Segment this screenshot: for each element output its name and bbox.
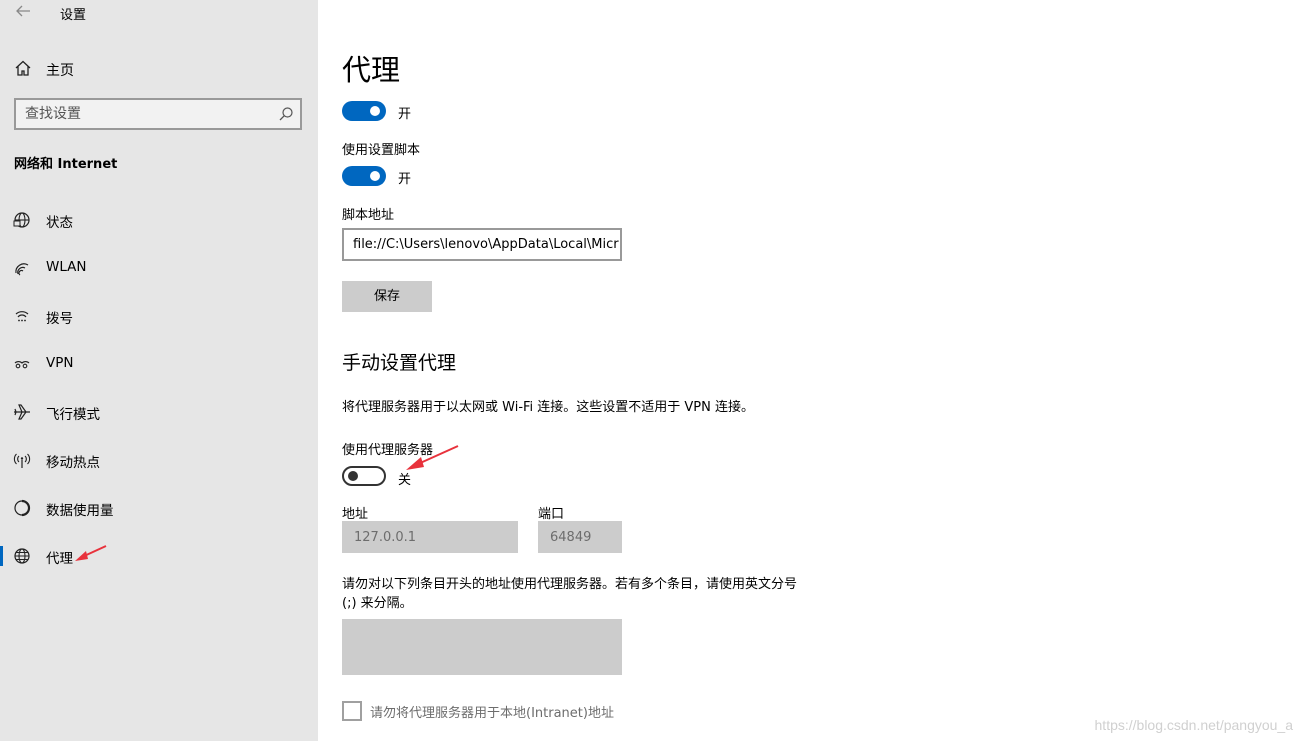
window-title: 设置 [60,8,87,23]
use-script-toggle[interactable] [342,166,386,186]
vpn-icon [13,355,31,373]
sidebar-home[interactable]: 主页 [0,52,318,84]
sidebar-item-label: 代理 [46,551,73,567]
main-panel: 代理 开 使用设置脚本 开 脚本地址 保存 手动设置代理 将代理服务器用于以太网… [318,0,1303,741]
sidebar-item-label: 移动热点 [46,455,100,471]
local-bypass-checkbox[interactable] [342,701,362,721]
sidebar-item-data-usage[interactable]: 数据使用量 [0,488,318,528]
data-usage-icon [13,499,31,517]
sidebar-item-label: 数据使用量 [46,503,114,519]
search-box[interactable] [14,98,302,130]
sidebar-section-title: 网络和 Internet [14,157,118,172]
auto-detect-state: 开 [398,107,412,122]
globe-status-icon [13,211,31,229]
save-button[interactable]: 保存 [342,281,432,312]
search-icon[interactable] [278,106,294,122]
sidebar-item-label: 状态 [46,215,73,231]
script-address-label: 脚本地址 [342,208,395,223]
auto-detect-toggle[interactable] [342,101,386,121]
script-address-box[interactable] [342,228,622,261]
wifi-icon [13,259,31,277]
search-input[interactable] [16,100,266,128]
port-label: 端口 [538,507,565,522]
globe-icon [13,547,31,565]
sidebar-home-label: 主页 [46,63,74,79]
use-script-state: 开 [398,172,412,187]
home-icon [14,59,32,77]
hotspot-icon [13,451,31,469]
sidebar-item-label: WLAN [46,259,87,275]
manual-proxy-desc: 将代理服务器用于以太网或 Wi-Fi 连接。这些设置不适用于 VPN 连接。 [342,400,755,415]
port-field[interactable] [538,521,622,553]
watermark: https://blog.csdn.net/pangyou_a [1094,717,1293,733]
airplane-icon [13,403,31,421]
page-title: 代理 [342,53,401,87]
exceptions-textarea[interactable] [342,619,622,675]
address-input[interactable] [342,521,518,553]
annotation-arrow-icon [406,445,459,470]
address-label: 地址 [342,507,369,522]
sidebar-item-proxy[interactable]: 代理 [0,536,318,576]
back-arrow-icon[interactable] [14,2,32,20]
sidebar-item-label: 飞行模式 [46,407,100,423]
selected-indicator [0,546,3,566]
port-input[interactable] [538,521,622,553]
dialup-icon [13,307,31,325]
sidebar-item-hotspot[interactable]: 移动热点 [0,440,318,480]
sidebar-item-status[interactable]: 状态 [0,200,318,240]
sidebar-item-airplane[interactable]: 飞行模式 [0,392,318,432]
sidebar-item-label: 拨号 [46,311,73,327]
manual-proxy-title: 手动设置代理 [342,352,457,374]
use-proxy-toggle[interactable] [342,466,386,486]
local-bypass-label: 请勿将代理服务器用于本地(Intranet)地址 [370,706,614,721]
sidebar: 设置 主页 网络和 Internet 状态 WLAN 拨号 VPN [0,0,318,741]
sidebar-item-vpn[interactable]: VPN [0,344,318,384]
annotation-arrow-icon [75,545,107,561]
use-script-label: 使用设置脚本 [342,143,421,158]
sidebar-item-wlan[interactable]: WLAN [0,248,318,288]
address-field[interactable] [342,521,518,553]
script-address-input[interactable] [344,230,620,259]
sidebar-item-dialup[interactable]: 拨号 [0,296,318,336]
sidebar-item-label: VPN [46,355,74,371]
exceptions-desc: 请勿对以下列条目开头的地址使用代理服务器。若有多个条目，请使用英文分号 (;) … [342,577,798,611]
